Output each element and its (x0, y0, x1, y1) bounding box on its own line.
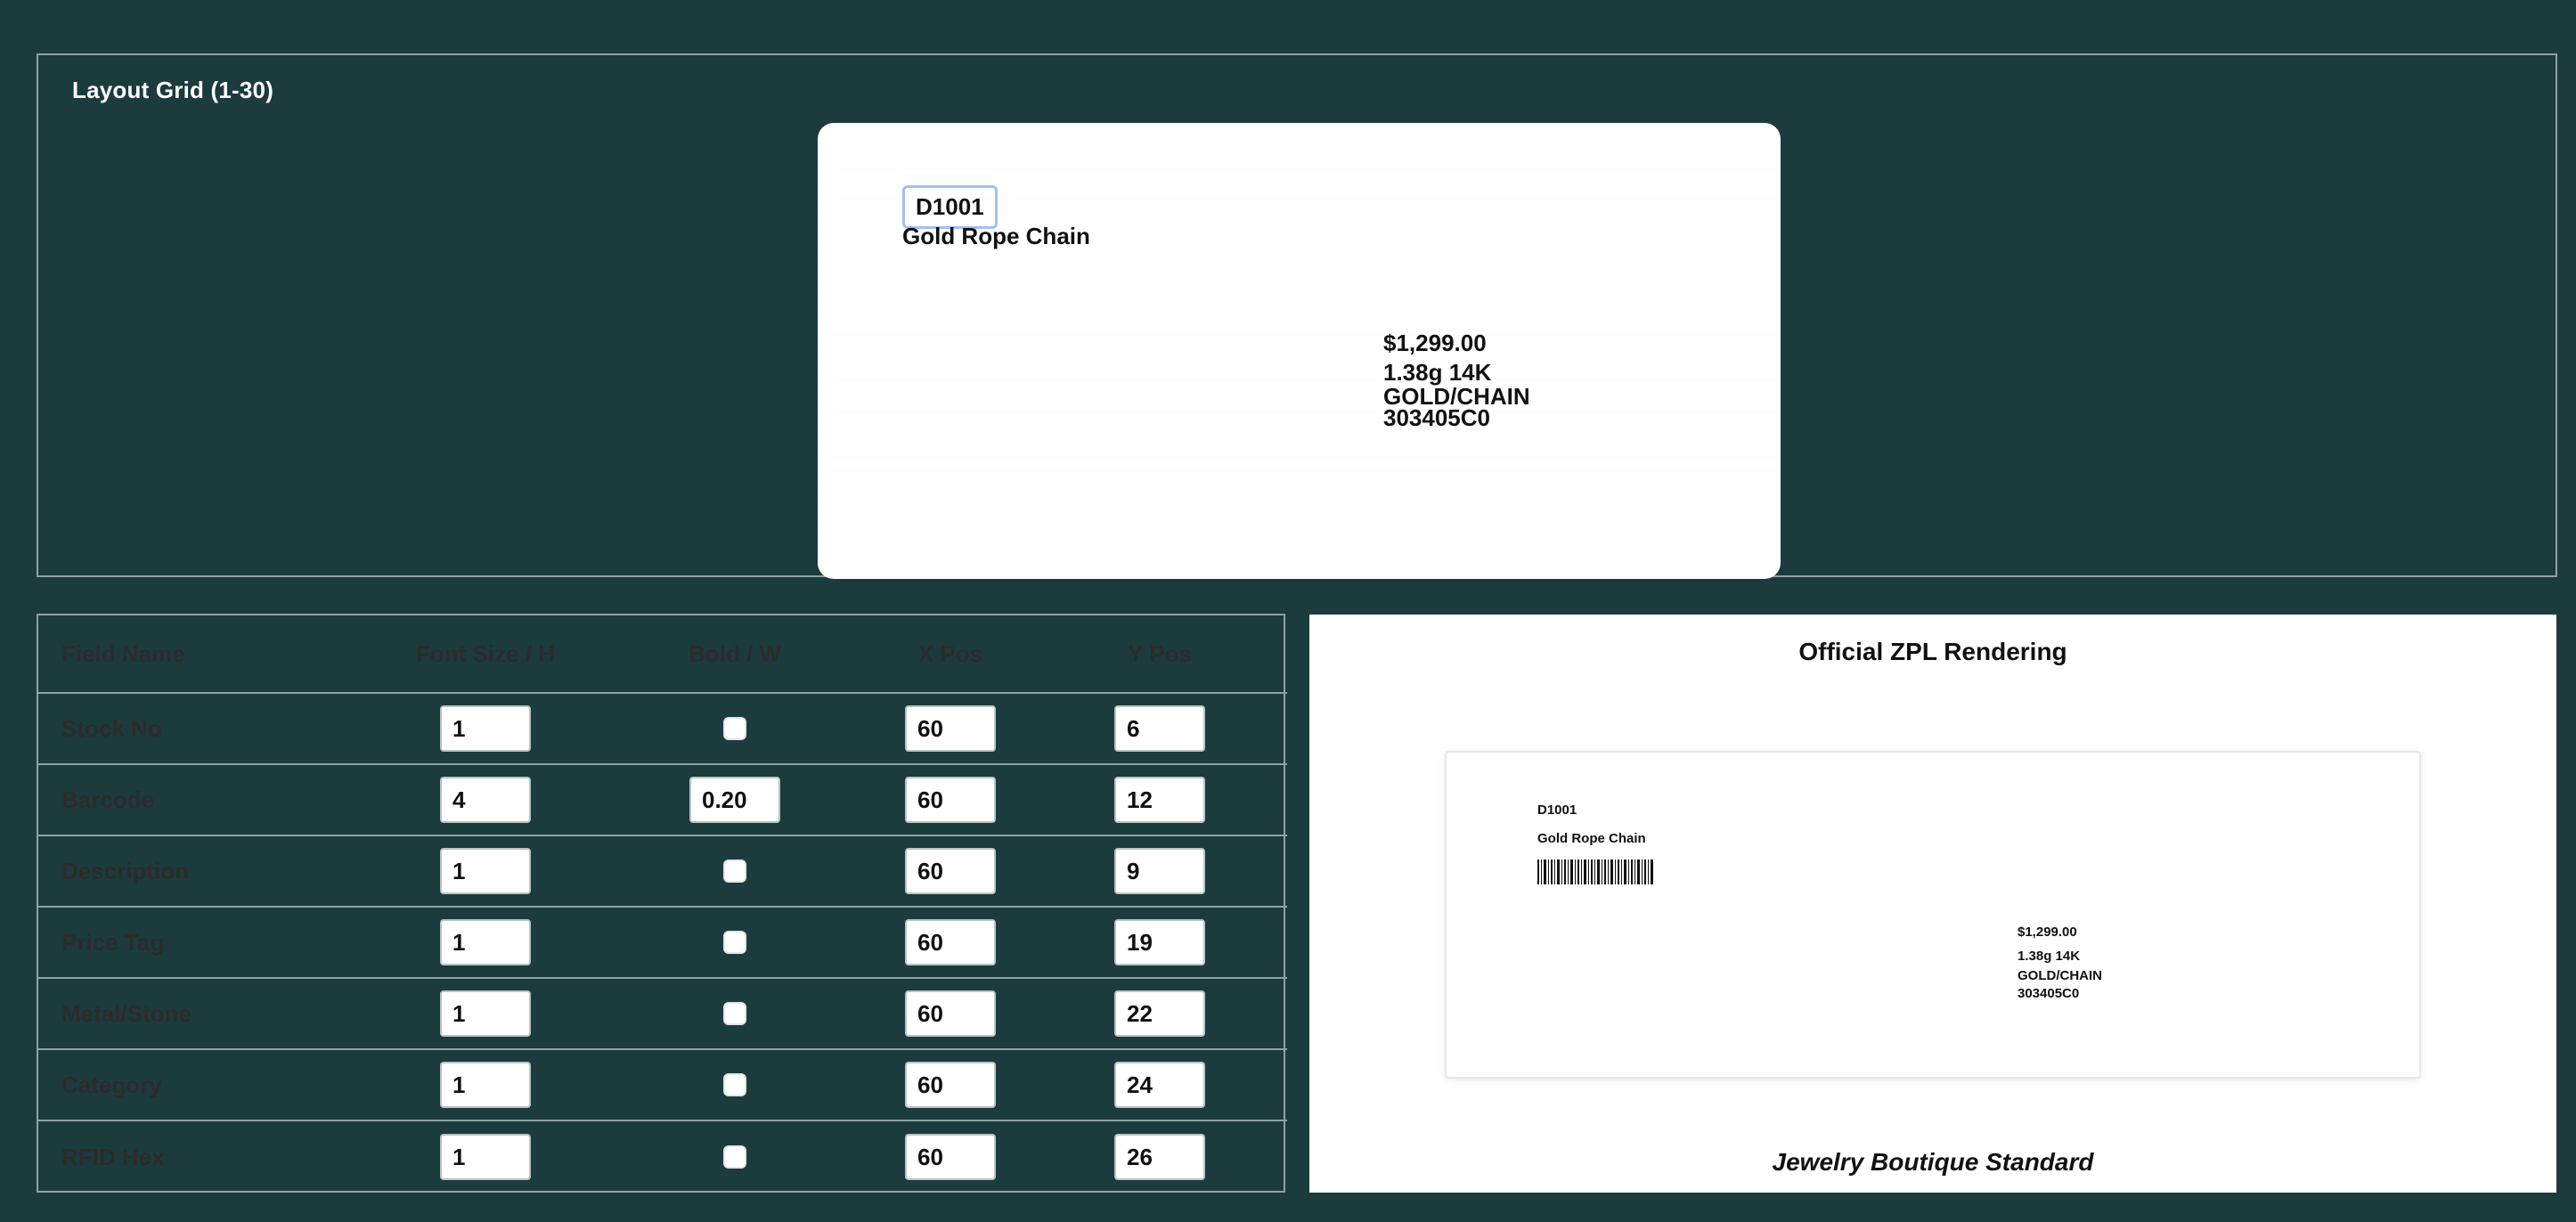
cell-category-bold (601, 1050, 868, 1121)
input-category-font-size[interactable] (440, 1062, 531, 1108)
cell-description-y (1032, 836, 1287, 908)
row-label-price-tag: Price Tag (38, 908, 370, 979)
cell-rfid-hex-x (868, 1121, 1032, 1193)
zpl-price: $1,299.00 (2018, 925, 2077, 940)
input-price-tag-x-pos[interactable] (905, 919, 996, 965)
row-label-category: Category (38, 1050, 370, 1121)
input-rfid-hex-font-size[interactable] (440, 1134, 531, 1180)
column-field-name: Field Name (38, 615, 370, 694)
official-footer: Jewelry Boutique Standard (1772, 1148, 2094, 1176)
field-settings-panel: Field Name Font Size / H Bold / W X Pos … (37, 614, 1287, 1193)
row-label-barcode: Barcode (38, 765, 370, 836)
row-label-description: Description (38, 836, 370, 908)
cell-rfid-hex-y (1032, 1121, 1287, 1193)
preview-description[interactable]: Gold Rope Chain (902, 223, 1090, 250)
layout-grid-panel: Layout Grid (1-30) D1001 Gold Rope Chain… (37, 53, 2557, 579)
cell-rfid-hex-font (370, 1121, 601, 1193)
input-category-y-pos[interactable] (1114, 1062, 1205, 1108)
input-stock-no-x-pos[interactable] (905, 705, 996, 752)
column-bold-w: Bold / W (601, 615, 868, 694)
cell-price-tag-bold (601, 908, 868, 979)
input-barcode-y-pos[interactable] (1114, 777, 1205, 823)
cell-price-tag-y (1032, 908, 1287, 979)
preview-metal-stone[interactable]: 1.38g 14K (1383, 361, 1491, 384)
row-label-metal-stone: Metal/Stone (38, 979, 370, 1050)
cell-price-tag-font (370, 908, 601, 979)
checkbox-stock-no-bold[interactable] (723, 717, 746, 740)
official-zpl-title: Official ZPL Rendering (1798, 638, 2067, 665)
cell-category-x (868, 1050, 1032, 1121)
input-barcode-font-size[interactable] (440, 777, 531, 823)
checkbox-description-bold[interactable] (723, 859, 746, 883)
cell-barcode-font (370, 765, 601, 836)
zpl-stock-no: D1001 (1537, 802, 1577, 818)
column-font-size-h: Font Size / H (370, 615, 601, 694)
cell-metal-stone-y (1032, 979, 1287, 1050)
zpl-rfid-hex: 303405C0 (2018, 986, 2080, 1001)
cell-description-font (370, 836, 601, 908)
preview-price[interactable]: $1,299.00 (1383, 330, 1487, 357)
cell-category-font (370, 1050, 601, 1121)
zpl-metal-stone: 1.38g 14K (2018, 949, 2081, 964)
cell-barcode-bold (601, 765, 868, 836)
checkbox-price-tag-bold[interactable] (723, 931, 746, 954)
field-settings-grid: Field Name Font Size / H Bold / W X Pos … (38, 615, 1287, 1193)
input-price-tag-y-pos[interactable] (1114, 919, 1205, 965)
cell-stock-no-font (370, 694, 601, 765)
input-barcode-x-pos[interactable] (905, 777, 996, 823)
input-price-tag-font-size[interactable] (440, 919, 531, 965)
checkbox-metal-stone-bold[interactable] (723, 1002, 746, 1025)
cell-stock-no-bold (601, 694, 868, 765)
barcode-icon (1537, 859, 1653, 884)
cell-description-bold (601, 836, 868, 908)
input-description-x-pos[interactable] (905, 848, 996, 894)
preview-rfid-hex[interactable]: 303405C0 (1383, 404, 1490, 432)
cell-description-x (868, 836, 1032, 908)
input-metal-stone-x-pos[interactable] (905, 990, 996, 1037)
zpl-category: GOLD/CHAIN (2018, 968, 2102, 983)
cell-metal-stone-font (370, 979, 601, 1050)
cell-stock-no-x (868, 694, 1032, 765)
cell-price-tag-x (868, 908, 1032, 979)
cell-stock-no-y (1032, 694, 1287, 765)
layout-grid-title: Layout Grid (1-30) (72, 77, 274, 103)
input-description-y-pos[interactable] (1114, 848, 1205, 894)
cell-category-y (1032, 1050, 1287, 1121)
input-rfid-hex-y-pos[interactable] (1114, 1134, 1205, 1180)
input-stock-no-font-size[interactable] (440, 705, 531, 752)
official-zpl-panel: Official ZPL Rendering D1001 Gold Rope C… (1309, 615, 2556, 1193)
cell-barcode-y (1032, 765, 1287, 836)
input-description-font-size[interactable] (440, 848, 531, 894)
column-x-pos: X Pos (868, 615, 1032, 694)
input-barcode-bold-width[interactable] (689, 777, 780, 823)
input-stock-no-y-pos[interactable] (1114, 705, 1205, 752)
cell-metal-stone-x (868, 979, 1032, 1050)
zpl-label-card: D1001 Gold Rope Chain $1,299.00 1.38g 14… (1445, 751, 2421, 1079)
input-metal-stone-y-pos[interactable] (1114, 990, 1205, 1037)
cell-rfid-hex-bold (601, 1121, 868, 1193)
input-category-x-pos[interactable] (905, 1062, 996, 1108)
row-label-stock-no: Stock No (38, 694, 370, 765)
zpl-description: Gold Rope Chain (1537, 831, 1646, 846)
input-metal-stone-font-size[interactable] (440, 990, 531, 1037)
checkbox-rfid-hex-bold[interactable] (723, 1145, 746, 1169)
cell-barcode-x (868, 765, 1032, 836)
cell-metal-stone-bold (601, 979, 868, 1050)
row-label-rfid-hex: RFID Hex (61, 1143, 165, 1170)
input-rfid-hex-x-pos[interactable] (905, 1134, 996, 1180)
column-y-pos: Y Pos (1032, 615, 1287, 694)
label-preview: D1001 Gold Rope Chain $1,299.00 1.38g 14… (818, 123, 1781, 579)
checkbox-category-bold[interactable] (723, 1073, 746, 1096)
